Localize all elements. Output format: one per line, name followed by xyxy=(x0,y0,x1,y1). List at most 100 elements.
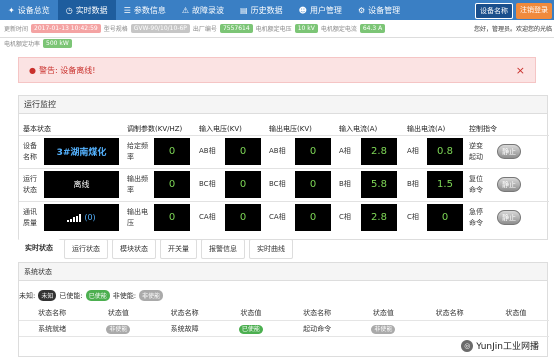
set-frequency-value: 0 xyxy=(168,146,176,157)
device-name-display: 3#湖南煤化 xyxy=(44,138,119,165)
legend-unknown-badge: 未知 xyxy=(38,290,57,301)
watermark-logo-icon: ◎ xyxy=(461,339,474,352)
out-v-ab-value: 0 xyxy=(309,146,317,157)
logout-button[interactable]: 注销登录 xyxy=(516,3,552,19)
welcome-text: 您好，管理员。欢迎您的光临 xyxy=(473,26,552,33)
tab-device-overview[interactable]: ✦ 设备总览 xyxy=(0,0,58,20)
header-modulation: 调制参数(KV/HZ) xyxy=(127,125,183,133)
top-nav: ✦ 设备总览 ◷ 实时数据 ☰ 参数信息 ⚠ 故障录波 ▤ 历史数据 ☻ 用户管理 ⚙ 设备管… xyxy=(0,0,554,20)
tab-module-status[interactable]: 模块状态 xyxy=(112,239,156,259)
out-v-bc-display: 0 xyxy=(295,171,331,198)
serial-value: 7557614 xyxy=(219,24,253,33)
output-voltage-value: 0 xyxy=(168,212,176,223)
out-v-ca-label: CA相 xyxy=(269,213,286,221)
model-value: GVW-90/10/10-6P xyxy=(130,24,190,33)
tab-label: 参数信息 xyxy=(133,5,166,15)
device-info-bar: 更新时间 2017-01-13 10:42:59 型号规格 GVW-90/10/… xyxy=(0,20,554,38)
tab-parameters[interactable]: ☰ 参数信息 xyxy=(116,0,174,20)
column-header: 状态值 xyxy=(240,308,262,317)
gear-icon: ⚙ xyxy=(357,5,366,15)
in-v-ca-label: CA相 xyxy=(199,213,216,221)
tab-realtime-status[interactable]: 实时状态 xyxy=(18,239,60,259)
update-time-value: 2017-01-13 10:42:59 xyxy=(31,24,101,33)
in-a-a-display: 2.8 xyxy=(361,138,397,165)
tab-label: 设备总览 xyxy=(17,5,50,15)
output-frequency-value: 0 xyxy=(168,179,176,190)
alert-icon: ● xyxy=(29,65,36,75)
tab-device-management[interactable]: ⚙ 设备管理 xyxy=(350,0,408,20)
tab-label: 设备管理 xyxy=(368,5,401,15)
tab-run-status[interactable]: 运行状态 xyxy=(64,239,108,259)
run-status-value: 离线 xyxy=(73,180,90,189)
status-name: 系统故障 xyxy=(170,324,199,333)
out-v-ab-display: 0 xyxy=(295,138,331,165)
user-icon: ☻ xyxy=(298,5,307,15)
header-input-voltage: 输入电压(KV) xyxy=(199,125,242,133)
status-badge: 已使能 xyxy=(238,325,263,334)
device-name-button[interactable]: 设备名称 xyxy=(475,3,513,19)
in-a-a-label: A相 xyxy=(339,147,351,155)
output-frequency-display: 0 xyxy=(154,171,190,198)
tab-user-management[interactable]: ☻ 用户管理 xyxy=(291,0,350,20)
home-icon: ✦ xyxy=(8,5,15,15)
reset-command-button[interactable]: 静止 xyxy=(497,177,521,192)
rated-voltage-value: 10 kV xyxy=(294,24,318,33)
out-v-bc-value: 0 xyxy=(309,179,317,190)
system-status-panel: 系统状态 未知: 未知 已使能: 已使能 非使能: 非使能 状态名称 状态值 状… xyxy=(18,262,549,357)
status-name: 系统就绪 xyxy=(38,324,67,333)
device-name-label: 设备 名称 xyxy=(23,142,37,161)
inverter-start-button[interactable]: 静止 xyxy=(497,144,521,159)
in-a-b-label: B相 xyxy=(339,180,351,188)
tab-alarm-info[interactable]: 报警信息 xyxy=(201,239,245,259)
out-a-b-display: 1.5 xyxy=(427,171,463,198)
emergency-stop-button[interactable]: 静止 xyxy=(497,210,521,225)
watermark-text: YunJin工业网播 xyxy=(476,342,539,352)
in-a-c-value: 2.8 xyxy=(371,212,387,223)
rated-current-label: 电机额定电流 xyxy=(320,26,357,33)
serial-label: 出厂编号 xyxy=(192,26,217,33)
out-a-a-value: 0.8 xyxy=(437,146,453,157)
out-a-b-value: 1.5 xyxy=(437,179,453,190)
in-v-ca-value: 0 xyxy=(239,212,247,223)
tab-switch-quantity[interactable]: 开关量 xyxy=(160,239,197,259)
nav-actions: 设备名称 注销登录 xyxy=(475,3,552,19)
tab-realtime-curve[interactable]: 实时曲线 xyxy=(249,239,293,259)
status-value-cell: 非使能 xyxy=(350,324,416,334)
column-header: 状态值 xyxy=(372,308,394,317)
status-legend: 未知: 未知 已使能: 已使能 非使能: 非使能 xyxy=(19,290,164,301)
out-a-c-label: C相 xyxy=(407,213,419,221)
in-a-c-display: 2.8 xyxy=(361,204,397,231)
status-badge: 非使能 xyxy=(106,325,131,334)
tab-label: 实时数据 xyxy=(75,5,108,15)
run-status-label: 运行 状态 xyxy=(23,175,37,194)
status-tabs: 实时状态 运行状态 模块状态 开关量 报警信息 实时曲线 xyxy=(18,239,293,259)
out-a-c-display: 0 xyxy=(427,204,463,231)
panel-title: 运行监控 xyxy=(19,96,547,114)
legend-disabled-badge: 非使能 xyxy=(139,290,164,301)
offline-alert: ● 警告: 设备离线! × xyxy=(18,57,536,83)
in-a-c-label: C相 xyxy=(339,213,351,221)
in-a-b-display: 5.8 xyxy=(361,171,397,198)
column-header: 状态名称 xyxy=(435,308,464,317)
out-a-b-label: B相 xyxy=(407,180,419,188)
table-header-row: 状态名称 状态值 状态名称 状态值 状态名称 状态值 状态名称 状态值 xyxy=(19,305,549,321)
in-v-ab-display: 0 xyxy=(225,138,261,165)
column-header: 状态值 xyxy=(505,308,527,317)
set-frequency-label: 给定频 率 xyxy=(127,142,148,161)
tab-realtime-data[interactable]: ◷ 实时数据 xyxy=(57,0,116,20)
tab-history[interactable]: ▤ 历史数据 xyxy=(232,0,291,20)
rated-power-value: 500 kW xyxy=(43,39,72,48)
divider xyxy=(19,168,549,169)
rated-current-value: 64.3 A xyxy=(359,24,386,33)
tab-fault-recording[interactable]: ⚠ 故障录波 xyxy=(174,0,232,20)
system-status-table: 状态名称 状态值 状态名称 状态值 状态名称 状态值 状态名称 状态值 系统就绪… xyxy=(19,305,549,337)
signal-icon xyxy=(67,213,82,222)
output-frequency-label: 输出频 率 xyxy=(127,175,148,194)
close-icon[interactable]: × xyxy=(516,64,525,77)
status-name: 起动命令 xyxy=(303,324,332,333)
legend-unknown-label: 未知: xyxy=(19,291,36,300)
alert-text: 警告: 设备离线! xyxy=(38,65,96,75)
out-v-ca-value: 0 xyxy=(309,212,317,223)
out-a-a-label: A相 xyxy=(407,147,419,155)
divider xyxy=(19,135,549,136)
